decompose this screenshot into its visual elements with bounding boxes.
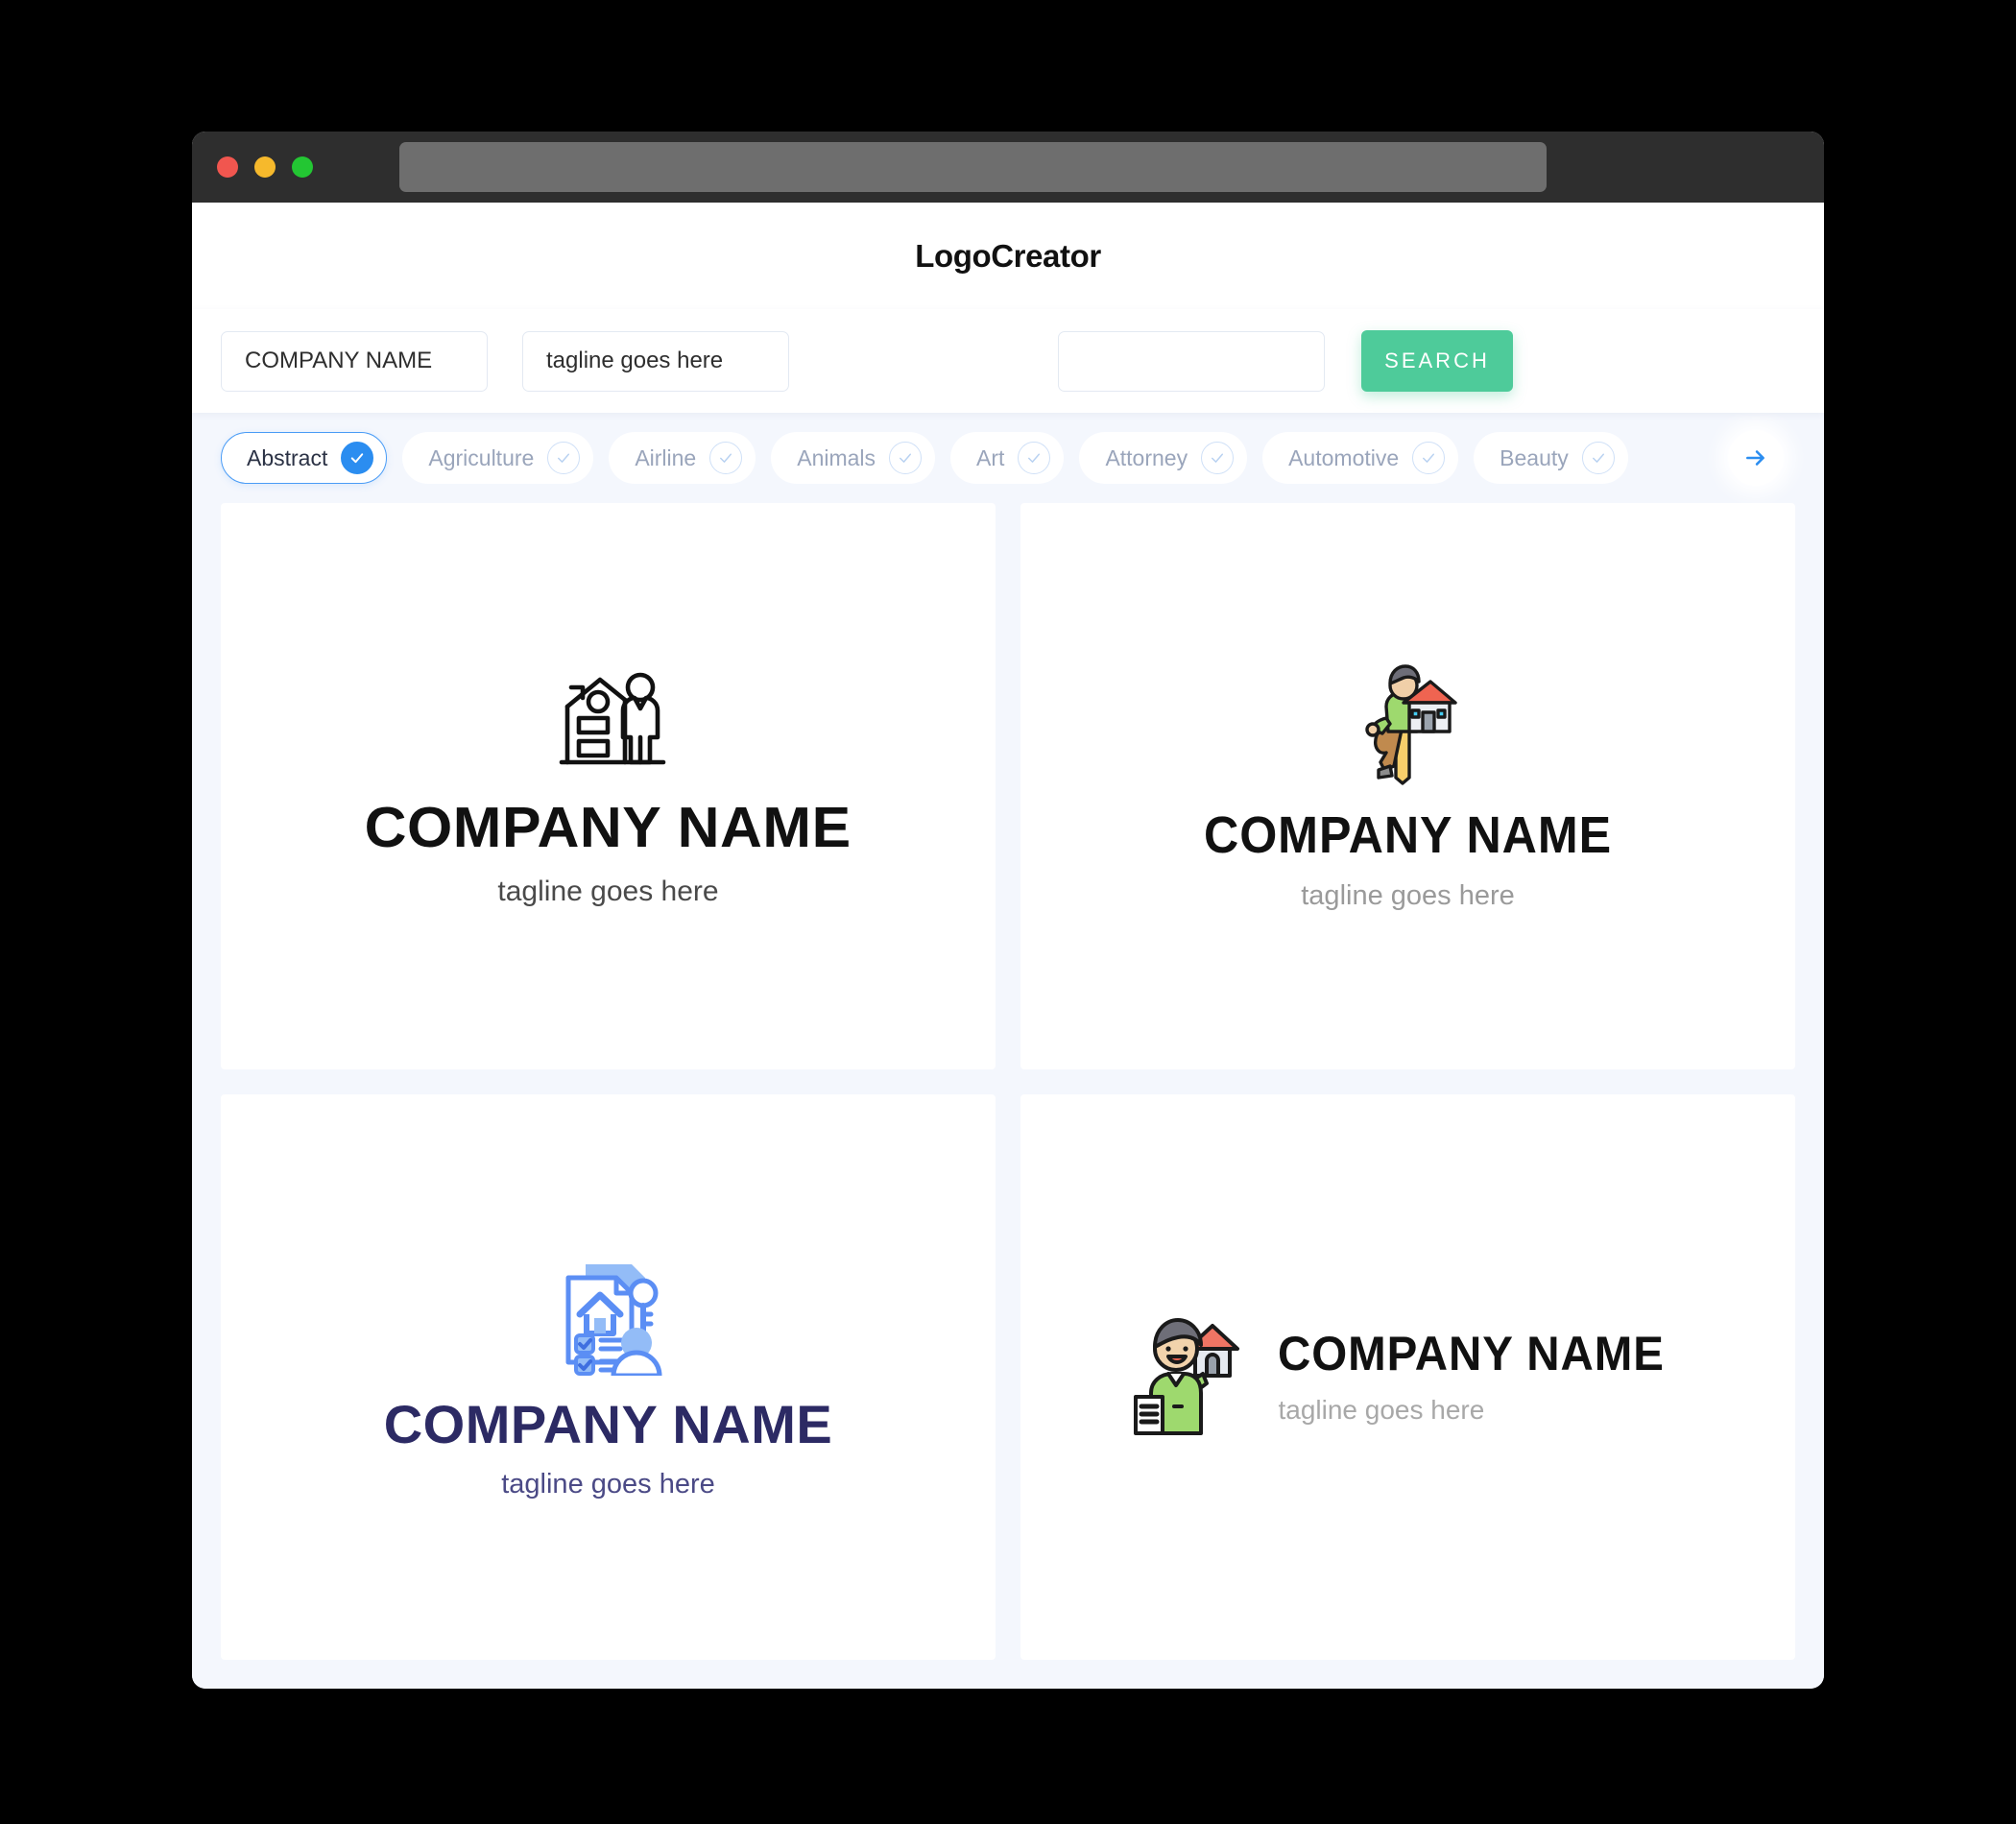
check-circle-icon	[889, 442, 923, 474]
search-toolbar: SEARCH	[192, 309, 1824, 413]
logo-company-name: COMPANY NAME	[1278, 1327, 1666, 1381]
category-pill-label: Animals	[797, 444, 876, 470]
category-pill-label: Abstract	[247, 444, 328, 470]
category-pill-label: Attorney	[1105, 444, 1188, 470]
check-circle-icon	[1581, 442, 1615, 474]
logo-text-block: COMPANY NAME tagline goes here	[1278, 1330, 1685, 1424]
logo-card[interactable]: COMPANY NAME tagline goes here	[1020, 503, 1795, 1069]
tagline-input[interactable]	[522, 330, 789, 392]
logo-company-name: COMPANY NAME	[1203, 805, 1613, 864]
check-circle-icon	[1018, 442, 1051, 474]
search-button[interactable]: SEARCH	[1361, 330, 1513, 392]
logo-card[interactable]: COMPANY NAME tagline goes here	[221, 503, 996, 1069]
category-pill-label: Art	[976, 444, 1005, 470]
category-pill-label: Beauty	[1500, 444, 1569, 470]
house-with-person-outline-icon	[548, 666, 667, 779]
category-pill-abstract[interactable]: Abstract	[221, 432, 388, 484]
logo-company-name: COMPANY NAME	[364, 795, 852, 859]
check-circle-icon	[547, 442, 581, 474]
check-circle-icon	[1201, 442, 1235, 474]
logo-preview: COMPANY NAME tagline goes here	[1130, 1314, 1685, 1440]
check-circle-icon	[1412, 442, 1446, 474]
logo-preview: COMPANY NAME tagline goes here	[365, 666, 851, 907]
check-circle-icon	[341, 442, 374, 474]
logo-preview: COMPANY NAME tagline goes here	[384, 1255, 833, 1499]
category-pill-airline[interactable]: Airline	[609, 432, 756, 484]
category-pill-label: Airline	[635, 444, 697, 470]
category-pill-animals[interactable]: Animals	[771, 432, 936, 484]
logo-card[interactable]: COMPANY NAME tagline goes here	[1020, 1093, 1795, 1660]
logo-company-name: COMPANY NAME	[383, 1394, 833, 1455]
agent-holding-house-icon	[1130, 1314, 1249, 1440]
browser-window: LogoCreator SEARCH Abstract Agriculture	[192, 132, 1824, 1689]
window-controls	[217, 156, 313, 178]
url-bar[interactable]	[399, 142, 1547, 192]
category-pill-beauty[interactable]: Beauty	[1474, 432, 1628, 484]
company-name-input[interactable]	[221, 330, 488, 392]
logo-card[interactable]: COMPANY NAME tagline goes here	[221, 1093, 996, 1660]
category-pill-automotive[interactable]: Automotive	[1262, 432, 1459, 484]
logo-tagline: tagline goes here	[1278, 1395, 1485, 1426]
app-container: LogoCreator SEARCH Abstract Agriculture	[192, 203, 1824, 1689]
check-circle-icon	[709, 442, 743, 474]
close-window-button[interactable]	[217, 156, 238, 178]
logo-tagline: tagline goes here	[1301, 879, 1515, 911]
minimize-window-button[interactable]	[254, 156, 276, 178]
logo-results-grid: COMPANY NAME tagline goes here COMPANY N…	[192, 503, 1824, 1689]
browser-titlebar	[192, 132, 1824, 203]
logo-tagline: tagline goes here	[497, 875, 719, 907]
person-leaning-on-key-with-house-icon	[1359, 662, 1457, 790]
category-pill-label: Automotive	[1288, 444, 1400, 470]
category-pill-agriculture[interactable]: Agriculture	[402, 432, 594, 484]
category-pill-label: Agriculture	[428, 444, 535, 470]
categories-next-button[interactable]	[1728, 430, 1784, 486]
arrow-right-icon	[1746, 450, 1764, 466]
house-contract-checklist-icon	[547, 1255, 668, 1380]
category-pill-attorney[interactable]: Attorney	[1079, 432, 1248, 484]
logo-tagline: tagline goes here	[501, 1469, 715, 1500]
keyword-input[interactable]	[1058, 330, 1325, 392]
category-pill-art[interactable]: Art	[950, 432, 1065, 484]
logo-preview: COMPANY NAME tagline goes here	[1188, 662, 1627, 910]
app-title: LogoCreator	[915, 237, 1101, 274]
maximize-window-button[interactable]	[292, 156, 313, 178]
category-filter-bar: Abstract Agriculture Airline Animals Art…	[192, 413, 1824, 503]
app-header: LogoCreator	[192, 203, 1824, 309]
